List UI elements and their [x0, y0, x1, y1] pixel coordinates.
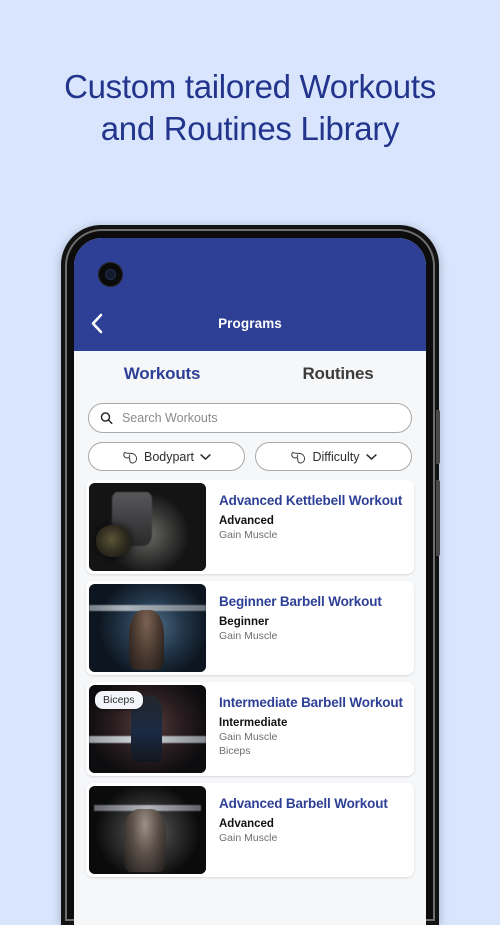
page-title-line-2: and Routines Library [100, 110, 400, 147]
workout-photo-barbell-front-squat [89, 584, 206, 672]
workout-goal: Gain Muscle [219, 630, 278, 642]
tab-routines[interactable]: Routines [250, 364, 426, 384]
workout-card[interactable]: Beginner Barbell Workout Beginner Gain M… [86, 581, 414, 675]
front-camera-icon [98, 262, 123, 287]
bicep-icon [291, 451, 306, 464]
workout-card-body: Advanced Barbell Workout Advanced Gain M… [206, 783, 414, 877]
workout-card-body: Advanced Kettlebell Workout Advanced Gai… [206, 480, 414, 574]
workout-level: Advanced [219, 818, 274, 830]
workout-level: Advanced [219, 515, 274, 527]
workout-level: Beginner [219, 616, 269, 628]
workout-thumbnail [89, 584, 206, 672]
workout-thumbnail [89, 786, 206, 874]
filter-chip-difficulty-label: Difficulty [312, 449, 360, 464]
filter-chip-bodypart-label: Bodypart [143, 449, 195, 464]
workout-card-body: Beginner Barbell Workout Beginner Gain M… [206, 581, 414, 675]
tab-workouts[interactable]: Workouts [74, 364, 250, 384]
workout-bodypart: Biceps [219, 745, 251, 757]
page-title: Custom tailored Workouts and Routines Li… [0, 66, 500, 150]
phone-power-button[interactable] [436, 410, 440, 464]
phone-screen: Programs Workouts Routines Search Workou… [74, 238, 426, 925]
search-icon [100, 412, 113, 425]
search-input[interactable] [121, 404, 400, 432]
search-bar[interactable] [88, 403, 412, 433]
back-button[interactable] [74, 303, 118, 343]
workout-goal: Gain Muscle [219, 529, 278, 541]
bicep-icon [123, 451, 138, 464]
filter-controls: Bodypart Difficulty [74, 396, 426, 471]
workout-card[interactable]: Biceps Intermediate Barbell Workout Inte… [86, 682, 414, 776]
app-header: Programs [74, 238, 426, 351]
workout-title: Intermediate Barbell Workout [219, 695, 403, 710]
filter-chip-row: Bodypart Difficulty [88, 442, 412, 471]
workout-goal: Gain Muscle [219, 832, 278, 844]
tab-bar: Workouts Routines [74, 351, 426, 396]
chevron-down-icon [200, 453, 211, 460]
workout-level: Intermediate [219, 717, 288, 729]
workout-photo-kettlebell [89, 483, 206, 571]
workout-photo-squat [89, 786, 206, 874]
workout-thumbnail: Biceps [89, 685, 206, 773]
workout-card-body: Intermediate Barbell Workout Intermediat… [206, 682, 414, 776]
workout-list: Advanced Kettlebell Workout Advanced Gai… [74, 471, 426, 877]
workout-goal: Gain Muscle [219, 731, 278, 743]
phone-volume-button[interactable] [436, 480, 440, 556]
bodypart-badge: Biceps [95, 691, 143, 709]
phone-mockup: Programs Workouts Routines Search Workou… [61, 225, 440, 925]
workout-thumbnail [89, 483, 206, 571]
filter-chip-difficulty[interactable]: Difficulty [255, 442, 412, 471]
workout-card[interactable]: Advanced Barbell Workout Advanced Gain M… [86, 783, 414, 877]
workout-card[interactable]: Advanced Kettlebell Workout Advanced Gai… [86, 480, 414, 574]
workout-title: Advanced Kettlebell Workout [219, 493, 403, 508]
filter-chip-bodypart[interactable]: Bodypart [88, 442, 245, 471]
workout-title: Beginner Barbell Workout [219, 594, 382, 609]
chevron-left-icon [91, 313, 102, 333]
chevron-down-icon [365, 453, 377, 460]
workout-title: Advanced Barbell Workout [219, 796, 388, 811]
navigation-bar: Programs [74, 303, 426, 343]
page-title-line-1: Custom tailored Workouts [64, 68, 436, 105]
screen-title: Programs [218, 315, 282, 331]
